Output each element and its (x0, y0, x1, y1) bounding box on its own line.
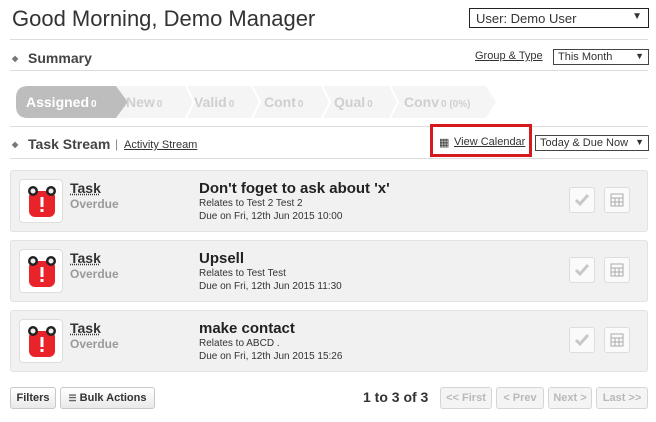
separator: | (115, 137, 119, 151)
checkmark-icon (574, 264, 590, 277)
user-select[interactable]: User: Demo User ▼ (469, 8, 649, 28)
divider (10, 158, 648, 159)
task-status: Overdue (70, 267, 119, 281)
summary-header[interactable]: ◆ Summary (12, 50, 92, 66)
stage-qual[interactable]: Qual 0 (324, 86, 373, 118)
stage-label: Cont (264, 94, 296, 110)
divider (10, 39, 648, 40)
summary-title: Summary (28, 50, 92, 66)
stage-label: Qual (334, 94, 366, 110)
period-select[interactable]: This Month ▼ (553, 49, 649, 65)
collapse-diamond-icon: ◆ (12, 54, 19, 63)
stage-count: 0 (228, 99, 235, 110)
task-type[interactable]: Task (70, 250, 101, 266)
task-card[interactable]: Task Overdue Upsell Relates to Test Test… (10, 240, 648, 302)
task-title[interactable]: Upsell (199, 250, 244, 267)
task-alarm-icon (19, 319, 63, 363)
activity-stream-link[interactable]: Activity Stream (124, 139, 197, 151)
calendar-grid-icon (610, 333, 624, 347)
stage-cont[interactable]: Cont 0 (254, 86, 303, 118)
prev-page-button[interactable]: < Prev (496, 387, 544, 409)
task-alarm-icon (19, 179, 63, 223)
list-icon: ☰ (68, 393, 77, 403)
last-page-button[interactable]: Last >> (596, 387, 648, 409)
divider (10, 126, 648, 127)
stage-label: Conv (404, 94, 439, 110)
pagination-count: 1 to 3 of 3 (363, 389, 429, 405)
stage-new[interactable]: New 0 (116, 86, 162, 118)
checkmark-icon (574, 334, 590, 347)
task-type[interactable]: Task (70, 320, 101, 336)
stage-count: 0 (156, 99, 163, 110)
complete-button[interactable] (569, 327, 595, 353)
stage-count: 0 (367, 99, 373, 110)
task-relates: Relates to Test Test (199, 268, 286, 279)
task-due: Due on Fri, 12th Jun 2015 11:30 (199, 281, 342, 292)
stage-count: 0 (297, 99, 304, 110)
task-stream-header[interactable]: ◆ Task Stream (12, 136, 110, 152)
task-due: Due on Fri, 12th Jun 2015 10:00 (199, 211, 343, 222)
task-stream-title: Task Stream (28, 136, 111, 152)
stage-count: 0 (0%) (441, 99, 471, 110)
next-page-button[interactable]: Next > (548, 387, 592, 409)
collapse-diamond-icon: ◆ (12, 140, 19, 149)
user-select-value: User: Demo User (476, 11, 577, 26)
period-select-value: This Month (558, 51, 613, 63)
task-card[interactable]: Task Overdue Don't foget to ask about 'x… (10, 170, 648, 232)
task-status: Overdue (70, 197, 119, 211)
page-title: Good Morning, Demo Manager (12, 6, 316, 31)
stream-filter-select[interactable]: Today & Due Now ▼ (535, 135, 649, 151)
task-due: Due on Fri, 12th Jun 2015 15:26 (199, 351, 343, 362)
filters-button[interactable]: Filters (10, 387, 56, 409)
task-card[interactable]: Task Overdue make contact Relates to ABC… (10, 310, 648, 372)
stage-label: New (126, 94, 155, 110)
page-header: Good Morning, Demo Manager User: Demo Us… (0, 0, 656, 40)
task-title[interactable]: Don't foget to ask about 'x' (199, 180, 390, 197)
first-page-button[interactable]: << First (440, 387, 492, 409)
bulk-actions-label: Bulk Actions (79, 392, 147, 404)
view-calendar-link[interactable]: View Calendar (454, 136, 525, 148)
divider (10, 70, 648, 71)
task-alarm-icon (19, 249, 63, 293)
complete-button[interactable] (569, 187, 595, 213)
stage-conv[interactable]: Conv 0 (0%) (394, 86, 470, 118)
calendar-icon: ▦ (439, 137, 450, 149)
reschedule-button[interactable] (604, 257, 630, 283)
task-relates: Relates to ABCD . (199, 338, 280, 349)
stage-count: 0 (91, 99, 97, 110)
group-type-link[interactable]: Group & Type (475, 50, 543, 62)
bulk-actions-button[interactable]: ☰ Bulk Actions (60, 387, 155, 409)
reschedule-button[interactable] (604, 187, 630, 213)
dropdown-arrow-icon: ▼ (635, 51, 644, 61)
stream-filter-value: Today & Due Now (540, 137, 629, 149)
dropdown-arrow-icon: ▼ (632, 11, 642, 22)
task-relates: Relates to Test 2 Test 2 (199, 198, 303, 209)
dropdown-arrow-icon: ▼ (635, 137, 644, 147)
stage-assigned[interactable]: Assigned 0 (16, 86, 97, 118)
stage-label: Assigned (26, 94, 90, 110)
complete-button[interactable] (569, 257, 595, 283)
calendar-grid-icon (610, 263, 624, 277)
reschedule-button[interactable] (604, 327, 630, 353)
pipeline-bar: Assigned 0 New 0 Valid 0 Cont 0 Qual 0 Conv 0 … (16, 86, 636, 118)
checkmark-icon (574, 194, 590, 207)
calendar-grid-icon (610, 193, 624, 207)
stage-label: Valid (194, 94, 227, 110)
stage-valid[interactable]: Valid 0 (184, 86, 234, 118)
task-status: Overdue (70, 337, 119, 351)
task-type[interactable]: Task (70, 180, 101, 196)
task-title[interactable]: make contact (199, 320, 295, 337)
